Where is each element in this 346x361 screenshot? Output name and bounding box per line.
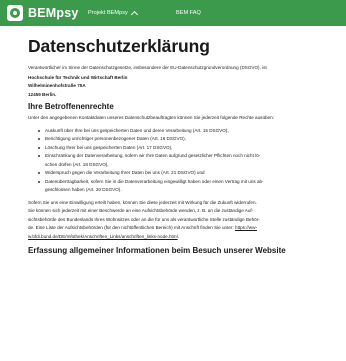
section-heading-erfassung: Erfassung allgemeiner Informationen beim…: [28, 246, 286, 255]
widerruf-paragraph: Sofern Sie uns eine Einwilligung erteilt…: [28, 199, 328, 242]
list-item: Datenübertragbarkeit, sofern Sie in die …: [38, 178, 328, 187]
intro-text: Verantwortlicher im Sinne der Datenschut…: [28, 65, 267, 70]
nav-item-projekt-bempsy[interactable]: Projekt BEMpsy: [88, 0, 138, 26]
paragraph-line: w.bfdi.bund.de/DE/Infothek/Anschriften_L…: [28, 233, 328, 242]
section-heading-betroffenenrechte: Ihre Betroffenenrechte: [28, 102, 114, 111]
page-title: Datenschutzerklärung: [28, 36, 210, 56]
chevron-up-icon: [130, 10, 138, 19]
list-item-continuation: schen dürfen (Art. 18 DSGVO),: [45, 161, 109, 167]
list-item-continuation: geschlossen haben (Art. 20 DSGVO).: [45, 187, 122, 192]
list-item: Einschränkung der Datenverarbeitung, sof…: [38, 152, 328, 161]
paragraph-line: sichtsbehörde des Bundeslands Ihres Wohn…: [28, 216, 260, 222]
paragraph-line: Sofern Sie uns eine Einwilligung erteilt…: [28, 199, 257, 205]
link-suffix: .: [177, 233, 179, 239]
list-item: Widerspruch gegen die Verarbeitung Ihrer…: [38, 169, 328, 178]
top-navigation-bar: BEMpsy Projekt BEMpsy BEM FAQ: [0, 0, 346, 26]
address-line-3: 12459 Berlin.: [28, 91, 57, 97]
nav-item-label: BEM FAQ: [176, 10, 201, 16]
bfdi-link[interactable]: https://ww-: [235, 225, 257, 230]
paragraph-line: Sie können sich jederzeit mit einer Besc…: [28, 208, 254, 213]
list-item: Löschung Ihrer bei uns gespeicherten Dat…: [38, 144, 328, 153]
rights-intro: Unter den angegebenen Kontaktdaten unser…: [28, 115, 274, 120]
paragraph-text: de. Eine Liste der Aufsichtsbehörden (fü…: [28, 225, 236, 230]
logo[interactable]: BEMpsy: [7, 5, 79, 21]
list-item: Auskunft über Ihre bei uns gespeicherten…: [38, 127, 328, 136]
list-item: Berichtigung unrichtiger personenbezogen…: [38, 135, 328, 144]
nav-item-bem-faq[interactable]: BEM FAQ: [176, 0, 201, 26]
bempsy-logo-icon: [7, 5, 23, 21]
bfdi-link-continued[interactable]: w.bfdi.bund.de/DE/Infothek/Anschriften_L…: [28, 234, 178, 239]
address-line-1: Hochschule für Technik und Wirtschaft Be…: [28, 74, 128, 80]
main-content: Datenschutzerklärung Verantwortlicher im…: [28, 36, 328, 256]
address-line-2: Wilhelminenhofstraße 75A: [28, 83, 86, 88]
paragraph-line: de. Eine Liste der Aufsichtsbehörden (fü…: [28, 224, 328, 233]
logo-text: BEMpsy: [28, 6, 79, 20]
rights-list: Auskunft über Ihre bei uns gespeicherten…: [38, 127, 328, 195]
nav-item-label: Projekt BEMpsy: [88, 10, 128, 16]
